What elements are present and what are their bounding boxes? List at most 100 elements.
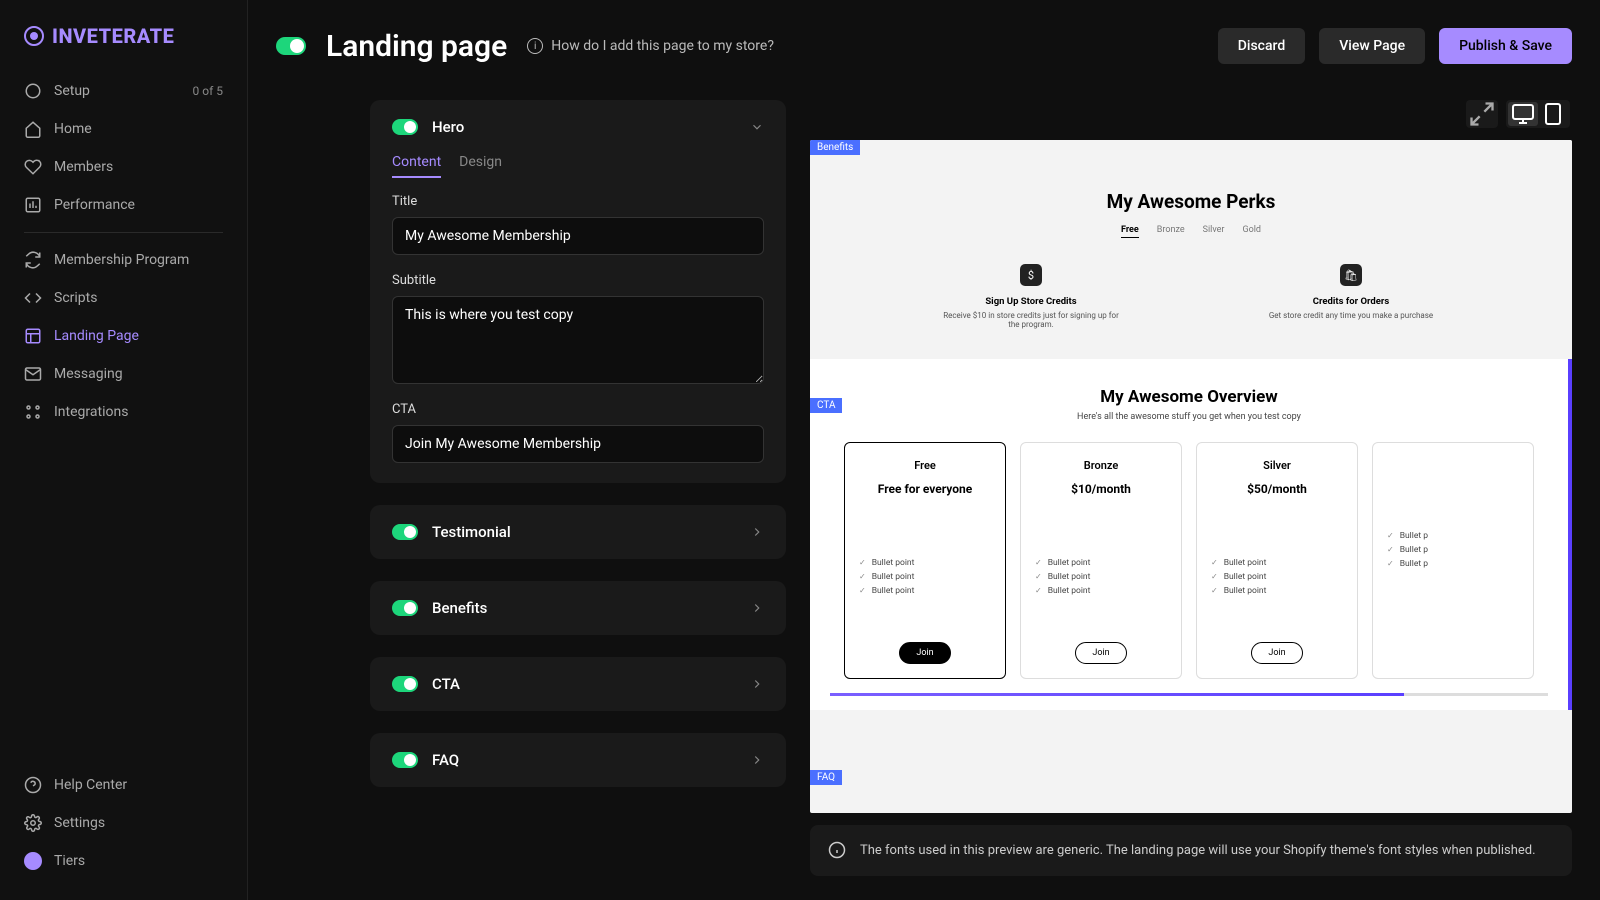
panel-title: CTA [432, 675, 460, 693]
hero-toggle[interactable] [392, 119, 418, 135]
sidebar-item-label: Integrations [54, 404, 128, 420]
benefits-toggle[interactable] [392, 600, 418, 616]
tier-card: Free Free for everyone Bullet pointBulle… [844, 442, 1006, 679]
sidebar-item-help-center[interactable]: Help Center [12, 766, 235, 804]
faq-toggle[interactable] [392, 752, 418, 768]
sidebar-item-label: Landing Page [54, 328, 139, 344]
desktop-view-button[interactable] [1508, 102, 1538, 126]
tier-tab-free[interactable]: Free [1121, 225, 1139, 238]
discard-button[interactable]: Discard [1218, 28, 1305, 64]
panel-cta-header[interactable]: CTA [370, 657, 786, 711]
sidebar-item-label: Messaging [54, 366, 123, 382]
panel-hero-header[interactable]: Hero [370, 100, 786, 154]
tier-bullets: Bullet pointBullet pointBullet point [859, 556, 991, 598]
sidebar-item-settings[interactable]: Settings [12, 804, 235, 842]
setup-count: 0 of 5 [193, 84, 223, 98]
sidebar-item-label: Members [54, 159, 113, 175]
cta-input[interactable] [392, 425, 764, 463]
join-button[interactable]: Join [899, 642, 950, 664]
preview-cta-section: My Awesome Overview Here's all the aweso… [810, 359, 1572, 710]
preview-benefits-section: My Awesome Perks Free Bronze Silver Gold… [810, 140, 1572, 359]
panel-faq-header[interactable]: FAQ [370, 733, 786, 787]
publish-save-button[interactable]: Publish & Save [1439, 28, 1572, 64]
tab-design[interactable]: Design [459, 154, 502, 178]
mobile-view-button[interactable] [1538, 102, 1568, 126]
logo-icon [24, 26, 44, 46]
sidebar-item-home[interactable]: Home [12, 110, 235, 148]
preview-faq-section [810, 710, 1572, 734]
bullet: Bullet point [859, 556, 991, 570]
circle-icon [24, 82, 42, 100]
tier-bullets: Bullet pointBullet pointBullet point [1211, 556, 1343, 598]
tier-name: Bronze [1035, 459, 1167, 472]
benefits-title: My Awesome Perks [840, 190, 1542, 213]
font-alert: The fonts used in this preview are gener… [810, 825, 1572, 877]
panel-title: Testimonial [432, 523, 511, 541]
panel-benefits-header[interactable]: Benefits [370, 581, 786, 635]
benefit-title: Sign Up Store Credits [941, 296, 1121, 307]
mail-icon [24, 365, 42, 383]
tier-card: Bullet pBullet pBullet p [1372, 442, 1534, 679]
sidebar: INVETERATE Setup 0 of 5 Home Members Per… [0, 0, 248, 900]
sidebar-item-integrations[interactable]: Integrations [12, 393, 235, 431]
sidebar-item-landing-page[interactable]: Landing Page [12, 317, 235, 355]
tier-tab-bronze[interactable]: Bronze [1157, 225, 1185, 238]
subtitle-input[interactable]: This is where you test copy [392, 296, 764, 384]
bullet: Bullet point [859, 570, 991, 584]
tab-content[interactable]: Content [392, 154, 441, 178]
logo: INVETERATE [0, 0, 247, 68]
sidebar-item-members[interactable]: Members [12, 148, 235, 186]
progress-bar [830, 693, 1548, 696]
tier-name: Free [859, 459, 991, 472]
sidebar-item-performance[interactable]: Performance [12, 186, 235, 224]
tier-bullets: Bullet pointBullet pointBullet point [1035, 556, 1167, 598]
join-button[interactable]: Join [1075, 642, 1126, 664]
sidebar-item-messaging[interactable]: Messaging [12, 355, 235, 393]
sidebar-item-membership-program[interactable]: Membership Program [12, 241, 235, 279]
title-input[interactable] [392, 217, 764, 255]
tier-tab-silver[interactable]: Silver [1203, 225, 1225, 238]
preview-toolbar [810, 100, 1572, 128]
preview-frame[interactable]: Benefits My Awesome Perks Free Bronze Si… [810, 140, 1572, 813]
bullet: Bullet point [1035, 584, 1167, 598]
help-link-label: How do I add this page to my store? [551, 38, 774, 54]
expand-button[interactable] [1466, 100, 1498, 128]
page-title: Landing page [326, 29, 507, 64]
tier-tab-gold[interactable]: Gold [1242, 225, 1261, 238]
bullet: Bullet p [1387, 557, 1519, 571]
bullet: Bullet point [1035, 570, 1167, 584]
sidebar-item-label: Help Center [54, 777, 127, 793]
bullet: Bullet p [1387, 543, 1519, 557]
info-icon: i [527, 38, 543, 54]
join-button[interactable]: Join [1251, 642, 1302, 664]
sidebar-item-tiers[interactable]: Tiers [12, 842, 235, 880]
alert-text: The fonts used in this preview are gener… [860, 841, 1536, 861]
tier-bullets: Bullet pBullet pBullet p [1387, 529, 1519, 571]
benefit-item: $ Sign Up Store Credits Receive $10 in s… [941, 264, 1121, 329]
panel-faq: FAQ [370, 733, 786, 787]
bullet: Bullet point [1211, 556, 1343, 570]
logo-text: INVETERATE [52, 24, 174, 48]
sidebar-item-label: Performance [54, 197, 135, 213]
tier-card: Bronze $10/month Bullet pointBullet poin… [1020, 442, 1182, 679]
main: Landing page i How do I add this page to… [248, 0, 1600, 900]
panel-cta: CTA [370, 657, 786, 711]
page-enabled-toggle[interactable] [276, 37, 306, 55]
cta-toggle[interactable] [392, 676, 418, 692]
panel-title: Hero [432, 118, 464, 136]
section-tag-benefits: Benefits [810, 140, 860, 155]
panel-testimonial: Testimonial [370, 505, 786, 559]
help-link[interactable]: i How do I add this page to my store? [527, 38, 774, 54]
view-page-button[interactable]: View Page [1319, 28, 1425, 64]
sidebar-item-label: Scripts [54, 290, 97, 306]
tier-price: $10/month [1035, 482, 1167, 496]
testimonial-toggle[interactable] [392, 524, 418, 540]
bullet: Bullet p [1387, 529, 1519, 543]
sidebar-item-scripts[interactable]: Scripts [12, 279, 235, 317]
section-tag-faq: FAQ [810, 770, 842, 785]
benefit-item: 🛍 Credits for Orders Get store credit an… [1261, 264, 1441, 329]
panel-testimonial-header[interactable]: Testimonial [370, 505, 786, 559]
sidebar-item-setup[interactable]: Setup 0 of 5 [12, 72, 235, 110]
overview-subtitle: Here's all the awesome stuff you get whe… [830, 412, 1548, 422]
tier-price: $50/month [1211, 482, 1343, 496]
